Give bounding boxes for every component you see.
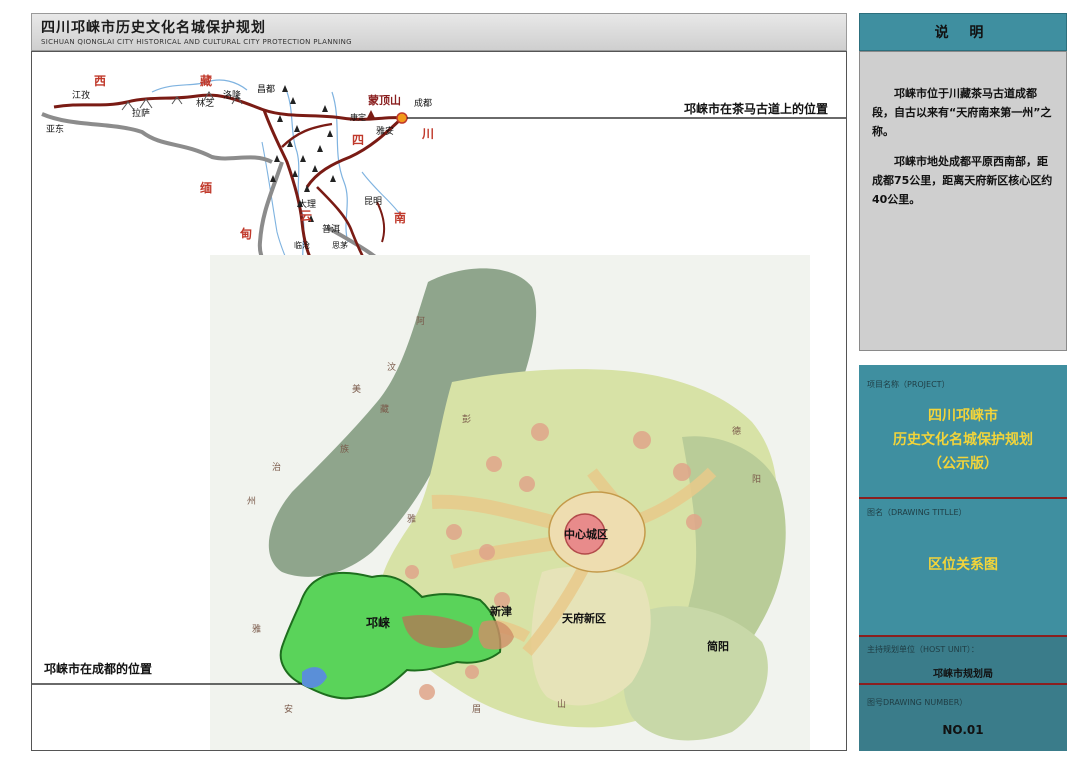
region-label-yun: 云 [300,209,312,223]
svg-text:雅: 雅 [407,513,416,525]
sheet-header: 四川邛崃市历史文化名城保护规划 SICHUAN QIONGLAI CITY HI… [31,13,847,51]
place-lincang: 临沧 [294,240,310,250]
mengdingshan-marker [367,110,375,118]
project-label: 项目名称（PROJECT） [867,380,950,389]
svg-text:阿: 阿 [416,316,425,327]
host-unit: 邛崃市规划局 [933,669,993,680]
callout-tea-horse-road: 邛崃市在茶马古道上的位置 [684,102,829,116]
place-linzhi: 林芝 [196,97,214,109]
project-name-line2: 历史文化名城保护规划 [893,432,1033,448]
svg-text:汶: 汶 [387,361,396,373]
project-name-line1: 四川邛崃市 [928,408,998,424]
place-jiangzi: 江孜 [72,89,90,101]
drawing-number-label: 图号DRAWING NUMBER） [867,698,968,707]
place-chengdu: 成都 [414,97,432,109]
region-label-nan: 南 [394,210,406,225]
drawing-number: NO.01 [942,723,984,737]
callout-chengdu-position: 邛崃市在成都的位置 [44,662,153,676]
place-kangding: 康定 [350,112,366,122]
drawing-title-section: 图名（DRAWING TITLLE） 区位关系图 [859,499,1067,637]
label-xinjin: 新津 [490,604,512,618]
region-label-mian: 缅 [200,180,212,195]
place-puer: 普洱 [322,223,340,235]
svg-text:德: 德 [732,425,741,437]
place-lasa: 拉萨 [132,107,150,119]
place-changdu: 昌都 [257,84,275,95]
svg-text:阳: 阳 [752,474,761,485]
svg-text:州: 州 [247,496,256,507]
svg-text:藏: 藏 [380,403,389,415]
place-simao: 思茅 [332,240,348,250]
label-qionglai: 邛崃 [366,615,390,630]
svg-text:雅: 雅 [252,623,261,635]
chengdu-marker [396,112,408,124]
panel-gap [859,351,1067,365]
svg-text:美: 美 [352,383,361,395]
host-unit-label: 主持规划单位（HOST UNIT）： [867,645,979,654]
tea-horse-road [376,201,386,243]
sheet-title: 四川邛崃市历史文化名城保护规划 [41,20,266,36]
place-yadong: 亚东 [46,123,64,135]
place-mengdingshan: 蒙顶山 [368,93,401,107]
label-central-city: 中心城区 [564,527,608,541]
description-paragraph-2: 邛崃市地处成都平原西南部，距成都75公里，距离天府新区核心区约40公里。 [872,155,1053,206]
map-frame: 西 藏 四 川 缅 甸 云 南 老挝 越南 江孜 拉萨 林芝 洛隆 昌都 亚东 … [31,51,847,751]
region-label-dian: 甸 [239,226,252,241]
place-dali: 大理 [298,198,316,210]
grey-route [41,112,273,164]
location-map: 西 藏 四 川 缅 甸 云 南 老挝 越南 江孜 拉萨 林芝 洛隆 昌都 亚东 … [32,73,846,750]
region-label-chuan: 川 [421,127,434,141]
svg-text:彭: 彭 [462,413,471,425]
place-kunming: 昆明 [364,196,382,207]
place-luolong: 洛隆 [223,89,241,101]
description-paragraph-1: 邛崃市位于川藏茶马古道成都段，自古以来有“天府南来第一州”之称。 [872,87,1052,138]
region-label-si: 四 [352,133,364,147]
svg-text:眉: 眉 [472,704,481,715]
project-name-line3: （公示版） [928,456,998,472]
drawing-title: 区位关系图 [928,557,998,573]
svg-text:族: 族 [340,443,349,455]
drawing-number-section: 图号DRAWING NUMBER） NO.01 [859,685,1067,751]
place-yaan: 雅安 [376,125,394,137]
region-label-xi: 西 [94,74,106,88]
svg-text:治: 治 [272,461,281,473]
sheet-subtitle-en: SICHUAN QIONGLAI CITY HISTORICAL AND CUL… [41,38,352,46]
host-unit-section: 主持规划单位（HOST UNIT）： 邛崃市规划局 [859,637,1067,685]
description-box: 邛崃市位于川藏茶马古道成都段，自古以来有“天府南来第一州”之称。 邛崃市地处成都… [859,51,1067,351]
region-label-zang: 藏 [200,73,212,88]
svg-text:安: 安 [284,703,293,715]
label-tianfu: 天府新区 [562,611,606,625]
svg-text:山: 山 [557,699,566,710]
project-section: 项目名称（PROJECT） 四川邛崃市 历史文化名城保护规划 （公示版） [859,365,1067,499]
info-panel: 说 明 邛崃市位于川藏茶马古道成都段，自古以来有“天府南来第一州”之称。 邛崃市… [859,13,1067,751]
panel-heading: 说 明 [859,13,1067,51]
planning-sheet: 四川邛崃市历史文化名城保护规划 SICHUAN QIONGLAI CITY HI… [0,0,1080,763]
label-jianyang: 简阳 [707,639,729,653]
drawing-title-label: 图名（DRAWING TITLLE） [867,508,967,517]
